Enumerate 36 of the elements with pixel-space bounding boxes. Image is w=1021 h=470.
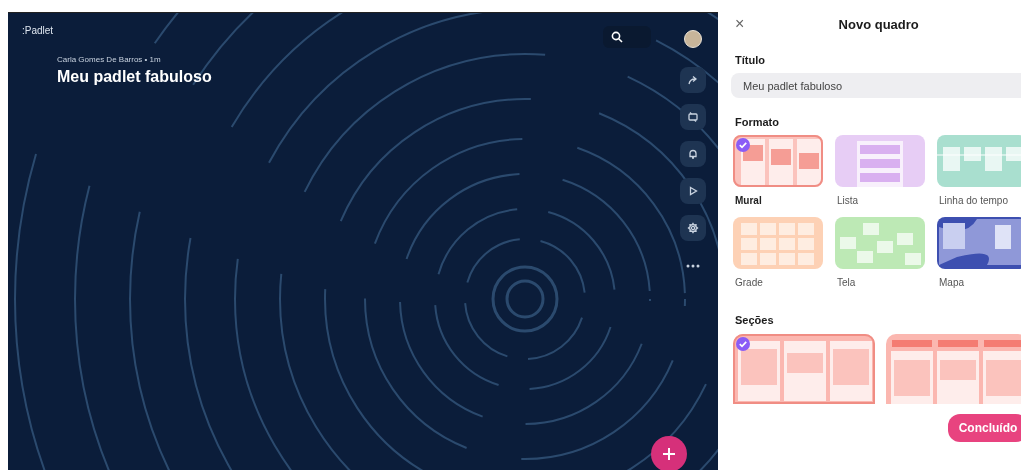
format-label-text: Mural bbox=[735, 195, 763, 206]
format-label-text: Tela bbox=[837, 277, 857, 288]
add-post-button[interactable] bbox=[651, 436, 687, 470]
format-option[interactable] bbox=[733, 135, 823, 187]
format-label-text: Lista bbox=[837, 195, 860, 206]
more-options-icon[interactable] bbox=[686, 264, 700, 268]
format-label: Formato bbox=[735, 116, 780, 128]
checkmark-icon bbox=[736, 138, 750, 152]
share-icon bbox=[687, 74, 699, 86]
format-label-text: Mapa bbox=[939, 277, 965, 288]
done-button[interactable]: Concluído bbox=[948, 414, 1021, 442]
sections-label: Seções bbox=[735, 314, 775, 326]
play-icon bbox=[687, 185, 699, 197]
plus-icon bbox=[662, 447, 676, 461]
board-title: Meu padlet fabuloso bbox=[57, 68, 213, 86]
format-label-text: Grade bbox=[735, 277, 764, 288]
format-label-text: Linha do tempo bbox=[939, 195, 1009, 206]
author-line: Carla Gomes De Barros • 1m bbox=[57, 55, 162, 64]
close-button[interactable]: × bbox=[733, 15, 747, 33]
settings-icon bbox=[687, 222, 699, 234]
title-label: Título bbox=[735, 54, 766, 66]
search-field[interactable] bbox=[603, 26, 651, 48]
settings-button[interactable] bbox=[680, 215, 706, 241]
frame-icon bbox=[687, 111, 699, 123]
bell-button[interactable] bbox=[680, 141, 706, 167]
panel-title: Novo quadro bbox=[837, 16, 920, 32]
checkmark-icon bbox=[736, 337, 750, 351]
remix-button[interactable] bbox=[680, 104, 706, 130]
share-button[interactable] bbox=[680, 67, 706, 93]
padlet-logo[interactable]: :Padlet bbox=[22, 25, 589, 36]
search-icon bbox=[611, 31, 623, 43]
bell-icon bbox=[687, 148, 699, 160]
title-input-field[interactable]: Meu padlet fabuloso bbox=[731, 73, 1021, 98]
play-button[interactable] bbox=[680, 178, 706, 204]
layout-preview-drawing bbox=[857, 141, 903, 187]
avatar[interactable] bbox=[684, 30, 702, 48]
